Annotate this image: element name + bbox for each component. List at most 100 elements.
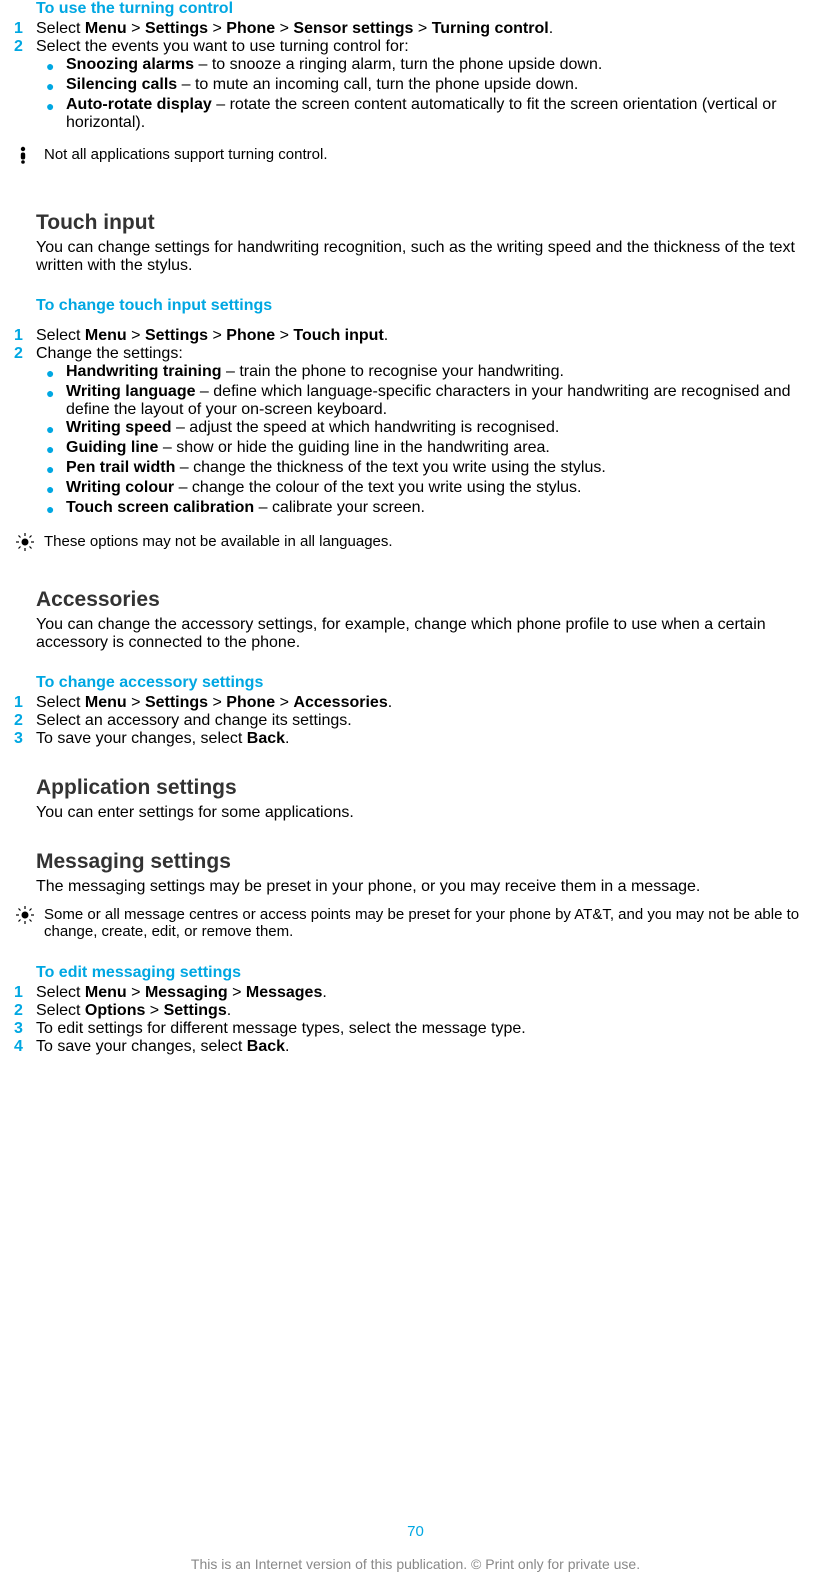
phone-label: Phone — [226, 20, 275, 37]
bullet-item: ●Writing language – define which languag… — [46, 383, 821, 419]
step-number: 1 — [14, 694, 36, 712]
text: Select — [36, 327, 85, 344]
bullet-item: ●Pen trail width – change the thickness … — [46, 459, 821, 479]
label: Writing speed — [66, 419, 172, 436]
text: . — [285, 730, 289, 747]
step-3: 3 To edit settings for different message… — [14, 1020, 821, 1038]
paragraph: The messaging settings may be preset in … — [36, 878, 821, 896]
step-text: To edit settings for different message t… — [36, 1020, 821, 1038]
step-text: Select Menu > Settings > Phone > Sensor … — [36, 20, 821, 38]
bullet-icon: ● — [46, 419, 66, 439]
text: . — [388, 694, 392, 711]
bullet-text: Writing speed – adjust the speed at whic… — [66, 419, 821, 437]
text: Select — [36, 20, 85, 37]
step-1: 1 Select Menu > Messaging > Messages. — [14, 984, 821, 1002]
text: . — [285, 1038, 289, 1055]
bullet-text: Silencing calls – to mute an incoming ca… — [66, 76, 821, 94]
text: – calibrate your screen. — [254, 499, 425, 516]
step-number: 1 — [14, 984, 36, 1002]
label: Handwriting training — [66, 363, 222, 380]
text: To save your changes, select — [36, 1038, 247, 1055]
section-title-messaging-settings: To edit messaging settings — [36, 964, 821, 982]
back-label: Back — [247, 1038, 285, 1055]
gt: > — [275, 20, 293, 37]
step-number: 4 — [14, 1038, 36, 1056]
label: Writing colour — [66, 479, 174, 496]
text: – train the phone to recognise your hand… — [222, 363, 564, 380]
paragraph: You can change settings for handwriting … — [36, 239, 821, 275]
text: – show or hide the guiding line in the h… — [158, 439, 549, 456]
options-label: Options — [85, 1002, 145, 1019]
bullet-icon: ● — [46, 459, 66, 479]
gt: > — [127, 327, 145, 344]
text: Select — [36, 1002, 85, 1019]
bullet-icon: ● — [46, 383, 66, 403]
label: Pen trail width — [66, 459, 175, 476]
turning-control-label: Turning control — [432, 20, 549, 37]
bullet-item: ●Handwriting training – train the phone … — [46, 363, 821, 383]
step-1: 1 Select Menu > Settings > Phone > Touch… — [14, 327, 821, 345]
content: To use the turning control 1 Select Menu… — [0, 0, 821, 1056]
step-4: 4 To save your changes, select Back. — [14, 1038, 821, 1056]
bullet-text: Touch screen calibration – calibrate you… — [66, 499, 821, 517]
section-title-turning-control: To use the turning control — [36, 0, 821, 18]
step-number: 3 — [14, 1020, 36, 1038]
note-text: Not all applications support turning con… — [44, 146, 821, 163]
section-title-accessory-settings: To change accessory settings — [36, 674, 821, 692]
step-number: 2 — [14, 712, 36, 730]
bullet-icon: ● — [46, 363, 66, 383]
step-2: 2 Select an accessory and change its set… — [14, 712, 821, 730]
phone-label: Phone — [226, 327, 275, 344]
bullet-text: Auto-rotate display – rotate the screen … — [66, 96, 821, 132]
step-2: 2 Change the settings: — [14, 345, 821, 363]
heading-application-settings: Application settings — [36, 776, 821, 800]
step-number: 1 — [14, 327, 36, 345]
text: . — [227, 1002, 231, 1019]
gt: > — [275, 327, 293, 344]
text: – to snooze a ringing alarm, turn the ph… — [194, 56, 602, 73]
settings-label: Settings — [164, 1002, 227, 1019]
gt: > — [208, 20, 226, 37]
step-text: Change the settings: — [36, 345, 821, 363]
back-label: Back — [247, 730, 285, 747]
step-text: Select Menu > Messaging > Messages. — [36, 984, 821, 1002]
label: Snoozing alarms — [66, 56, 194, 73]
step-3: 3 To save your changes, select Back. — [14, 730, 821, 748]
text: . — [549, 20, 553, 37]
note-text: These options may not be available in al… — [44, 533, 821, 550]
step-number: 2 — [14, 345, 36, 363]
step-text: Select an accessory and change its setti… — [36, 712, 821, 730]
gt: > — [127, 984, 145, 1001]
step-2: 2 Select Options > Settings. — [14, 1002, 821, 1020]
bullet-item: ● Silencing calls – to mute an incoming … — [46, 76, 821, 96]
text: To save your changes, select — [36, 730, 247, 747]
step-1: 1 Select Menu > Settings > Phone > Acces… — [14, 694, 821, 712]
bullet-text: Guiding line – show or hide the guiding … — [66, 439, 821, 457]
note-warning: Not all applications support turning con… — [16, 146, 821, 169]
warning-icon — [16, 146, 44, 169]
bullet-item: ● Auto-rotate display – rotate the scree… — [46, 96, 821, 132]
gt: > — [413, 20, 431, 37]
bullet-item: ●Writing speed – adjust the speed at whi… — [46, 419, 821, 439]
bullet-item: ●Guiding line – show or hide the guiding… — [46, 439, 821, 459]
step-2: 2 Select the events you want to use turn… — [14, 38, 821, 56]
page-number: 70 — [0, 1523, 831, 1540]
gt: > — [275, 694, 293, 711]
bullet-item: ● Snoozing alarms – to snooze a ringing … — [46, 56, 821, 76]
menu-label: Menu — [85, 694, 127, 711]
bullet-icon: ● — [46, 56, 66, 76]
bullet-icon: ● — [46, 96, 66, 116]
footer-text: This is an Internet version of this publ… — [0, 1556, 831, 1572]
menu-label: Menu — [85, 20, 127, 37]
bullet-text: Writing language – define which language… — [66, 383, 821, 419]
step-1: 1 Select Menu > Settings > Phone > Senso… — [14, 20, 821, 38]
step-number: 3 — [14, 730, 36, 748]
heading-accessories: Accessories — [36, 588, 821, 612]
bullet-text: Handwriting training – train the phone t… — [66, 363, 821, 381]
step-number: 2 — [14, 38, 36, 56]
bullet-text: Writing colour – change the colour of th… — [66, 479, 821, 497]
paragraph: You can change the accessory settings, f… — [36, 616, 821, 652]
step-text: To save your changes, select Back. — [36, 1038, 821, 1056]
gt: > — [127, 20, 145, 37]
accessories-label: Accessories — [293, 694, 387, 711]
